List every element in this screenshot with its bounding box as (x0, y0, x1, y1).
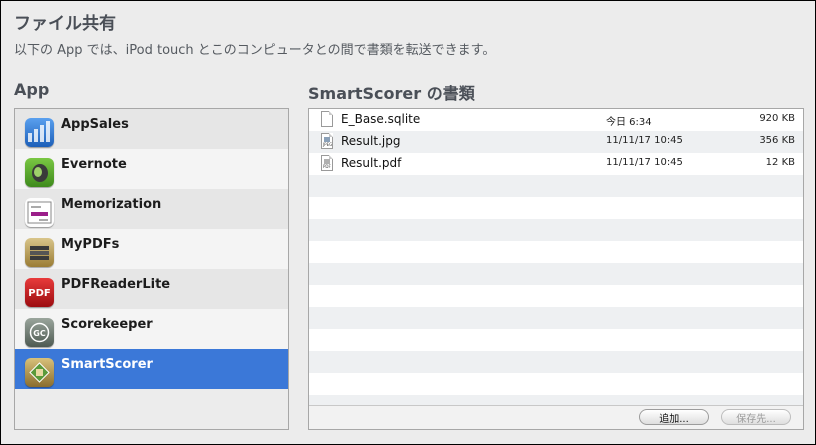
app-list-item-scorekeeper[interactable]: GC Scorekeeper (15, 309, 288, 349)
page-description: 以下の App では、iPod touch とこのコンピュータとの間で書類を転送… (14, 43, 496, 58)
svg-text:GC: GC (33, 329, 46, 338)
file-date: 11/11/17 10:45 (606, 157, 683, 168)
file-sharing-window: ファイル共有 以下の App では、iPod touch とこのコンピュータとの… (0, 0, 816, 445)
app-name: AppSales (61, 117, 129, 132)
pdf-file-icon: PDF (321, 155, 333, 171)
documents-heading: SmartScorer の書類 (308, 84, 475, 103)
jpeg-file-icon: JPEG (321, 133, 333, 149)
app-list-item-smartscorer[interactable]: SmartScorer (15, 349, 288, 389)
file-name: Result.jpg (341, 134, 401, 148)
file-row[interactable]: PDF Result.pdf 11/11/17 10:45 12 KB (309, 153, 803, 175)
file-row[interactable]: JPEG Result.jpg 11/11/17 10:45 356 KB (309, 131, 803, 153)
app-name: Evernote (61, 157, 127, 172)
appsales-icon (25, 117, 54, 147)
app-name: SmartScorer (61, 357, 153, 372)
svg-text:PDF: PDF (28, 288, 50, 299)
file-name: E_Base.sqlite (341, 112, 421, 126)
app-list-item-memorization[interactable]: Memorization (15, 189, 288, 229)
app-name: MyPDFs (61, 237, 120, 252)
app-list: AppSales Evernote Memorization MyPDFs PD… (14, 108, 289, 430)
app-name: Scorekeeper (61, 317, 153, 332)
evernote-icon (25, 157, 54, 187)
app-list-item-appsales[interactable]: AppSales (15, 109, 288, 149)
file-size: 920 KB (759, 113, 795, 124)
mypdfs-icon (25, 237, 54, 267)
app-list-item-evernote[interactable]: Evernote (15, 149, 288, 189)
file-name: Result.pdf (341, 156, 402, 170)
app-name: Memorization (61, 197, 162, 212)
file-size: 356 KB (759, 135, 795, 146)
memorization-icon (25, 197, 54, 227)
app-name: PDFReaderLite (61, 277, 171, 292)
file-size: 12 KB (765, 157, 795, 168)
scorekeeper-icon: GC (25, 317, 54, 347)
document-icon (321, 111, 333, 127)
page-title: ファイル共有 (14, 14, 116, 34)
app-list-item-mypdfs[interactable]: MyPDFs (15, 229, 288, 269)
pdfreaderlite-icon: PDF (25, 277, 54, 307)
file-row[interactable]: E_Base.sqlite 今日 6:34 920 KB (309, 109, 803, 131)
app-list-item-pdfreaderlite[interactable]: PDF PDFReaderLite (15, 269, 288, 309)
app-list-heading: App (14, 80, 50, 99)
save-to-button[interactable]: 保存先... (721, 409, 791, 425)
file-date: 11/11/17 10:45 (606, 135, 683, 146)
add-button[interactable]: 追加... (639, 409, 709, 425)
file-date: 今日 6:34 (606, 117, 652, 128)
smartscorer-icon (25, 357, 54, 387)
documents-toolbar: 追加... 保存先... (309, 405, 803, 429)
documents-list: E_Base.sqlite 今日 6:34 920 KB JPEG Result… (308, 108, 804, 430)
